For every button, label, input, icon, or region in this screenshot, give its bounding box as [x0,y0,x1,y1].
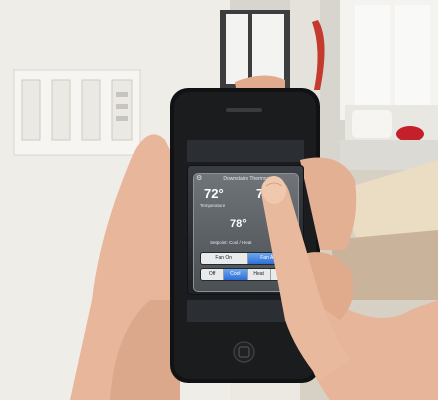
pointing-finger [261,176,350,380]
photo-scene: ⚙ Downstairs Thermostat 72° Temperature … [0,0,438,400]
